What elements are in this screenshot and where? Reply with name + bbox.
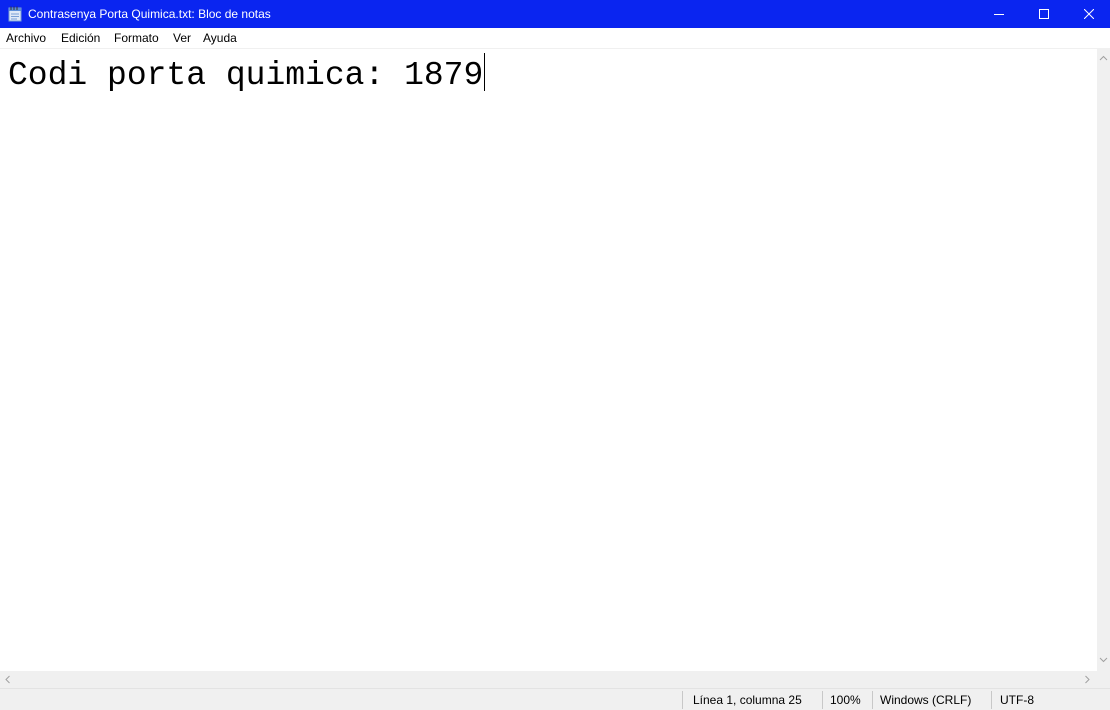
menu-archivo[interactable]: Archivo — [6, 31, 46, 46]
scroll-left-arrow-icon[interactable] — [3, 674, 13, 685]
status-line-ending: Windows (CRLF) — [880, 693, 972, 707]
minimize-icon — [994, 14, 1004, 15]
window-title: Contrasenya Porta Quimica.txt: Bloc de n… — [28, 7, 271, 21]
scroll-down-arrow-icon[interactable] — [1097, 655, 1110, 665]
menu-bar: Archivo Edición Formato Ver Ayuda — [0, 28, 1110, 49]
maximize-button[interactable] — [1021, 0, 1067, 28]
title-bar[interactable]: Contrasenya Porta Quimica.txt: Bloc de n… — [0, 0, 1110, 28]
status-encoding: UTF-8 — [1000, 693, 1034, 707]
text-editor[interactable]: Codi porta quimica: 1879 — [0, 49, 1097, 671]
horizontal-scrollbar[interactable] — [0, 671, 1097, 688]
menu-ayuda[interactable]: Ayuda — [203, 31, 237, 46]
maximize-icon — [1039, 9, 1049, 19]
status-zoom: 100% — [830, 693, 861, 707]
menu-ver[interactable]: Ver — [173, 31, 191, 46]
text-caret — [484, 53, 486, 91]
scrollbar-corner — [1097, 671, 1110, 688]
scroll-up-arrow-icon[interactable] — [1097, 53, 1110, 63]
status-separator — [822, 691, 823, 709]
close-button[interactable] — [1066, 0, 1110, 28]
status-separator — [991, 691, 992, 709]
notepad-icon — [8, 6, 22, 22]
minimize-button[interactable] — [976, 0, 1022, 28]
vertical-scrollbar[interactable] — [1097, 49, 1110, 671]
editor-content: Codi porta quimica: 1879 — [8, 57, 484, 94]
status-separator — [682, 691, 683, 709]
menu-edicion[interactable]: Edición — [61, 31, 100, 46]
menu-formato[interactable]: Formato — [114, 31, 159, 46]
status-bar: Línea 1, columna 25 100% Windows (CRLF) … — [0, 688, 1110, 710]
status-separator — [872, 691, 873, 709]
editor-content-line[interactable]: Codi porta quimica: 1879 — [8, 53, 486, 96]
status-cursor-position: Línea 1, columna 25 — [693, 693, 802, 707]
scroll-right-arrow-icon[interactable] — [1082, 674, 1092, 685]
close-icon — [1084, 9, 1094, 19]
